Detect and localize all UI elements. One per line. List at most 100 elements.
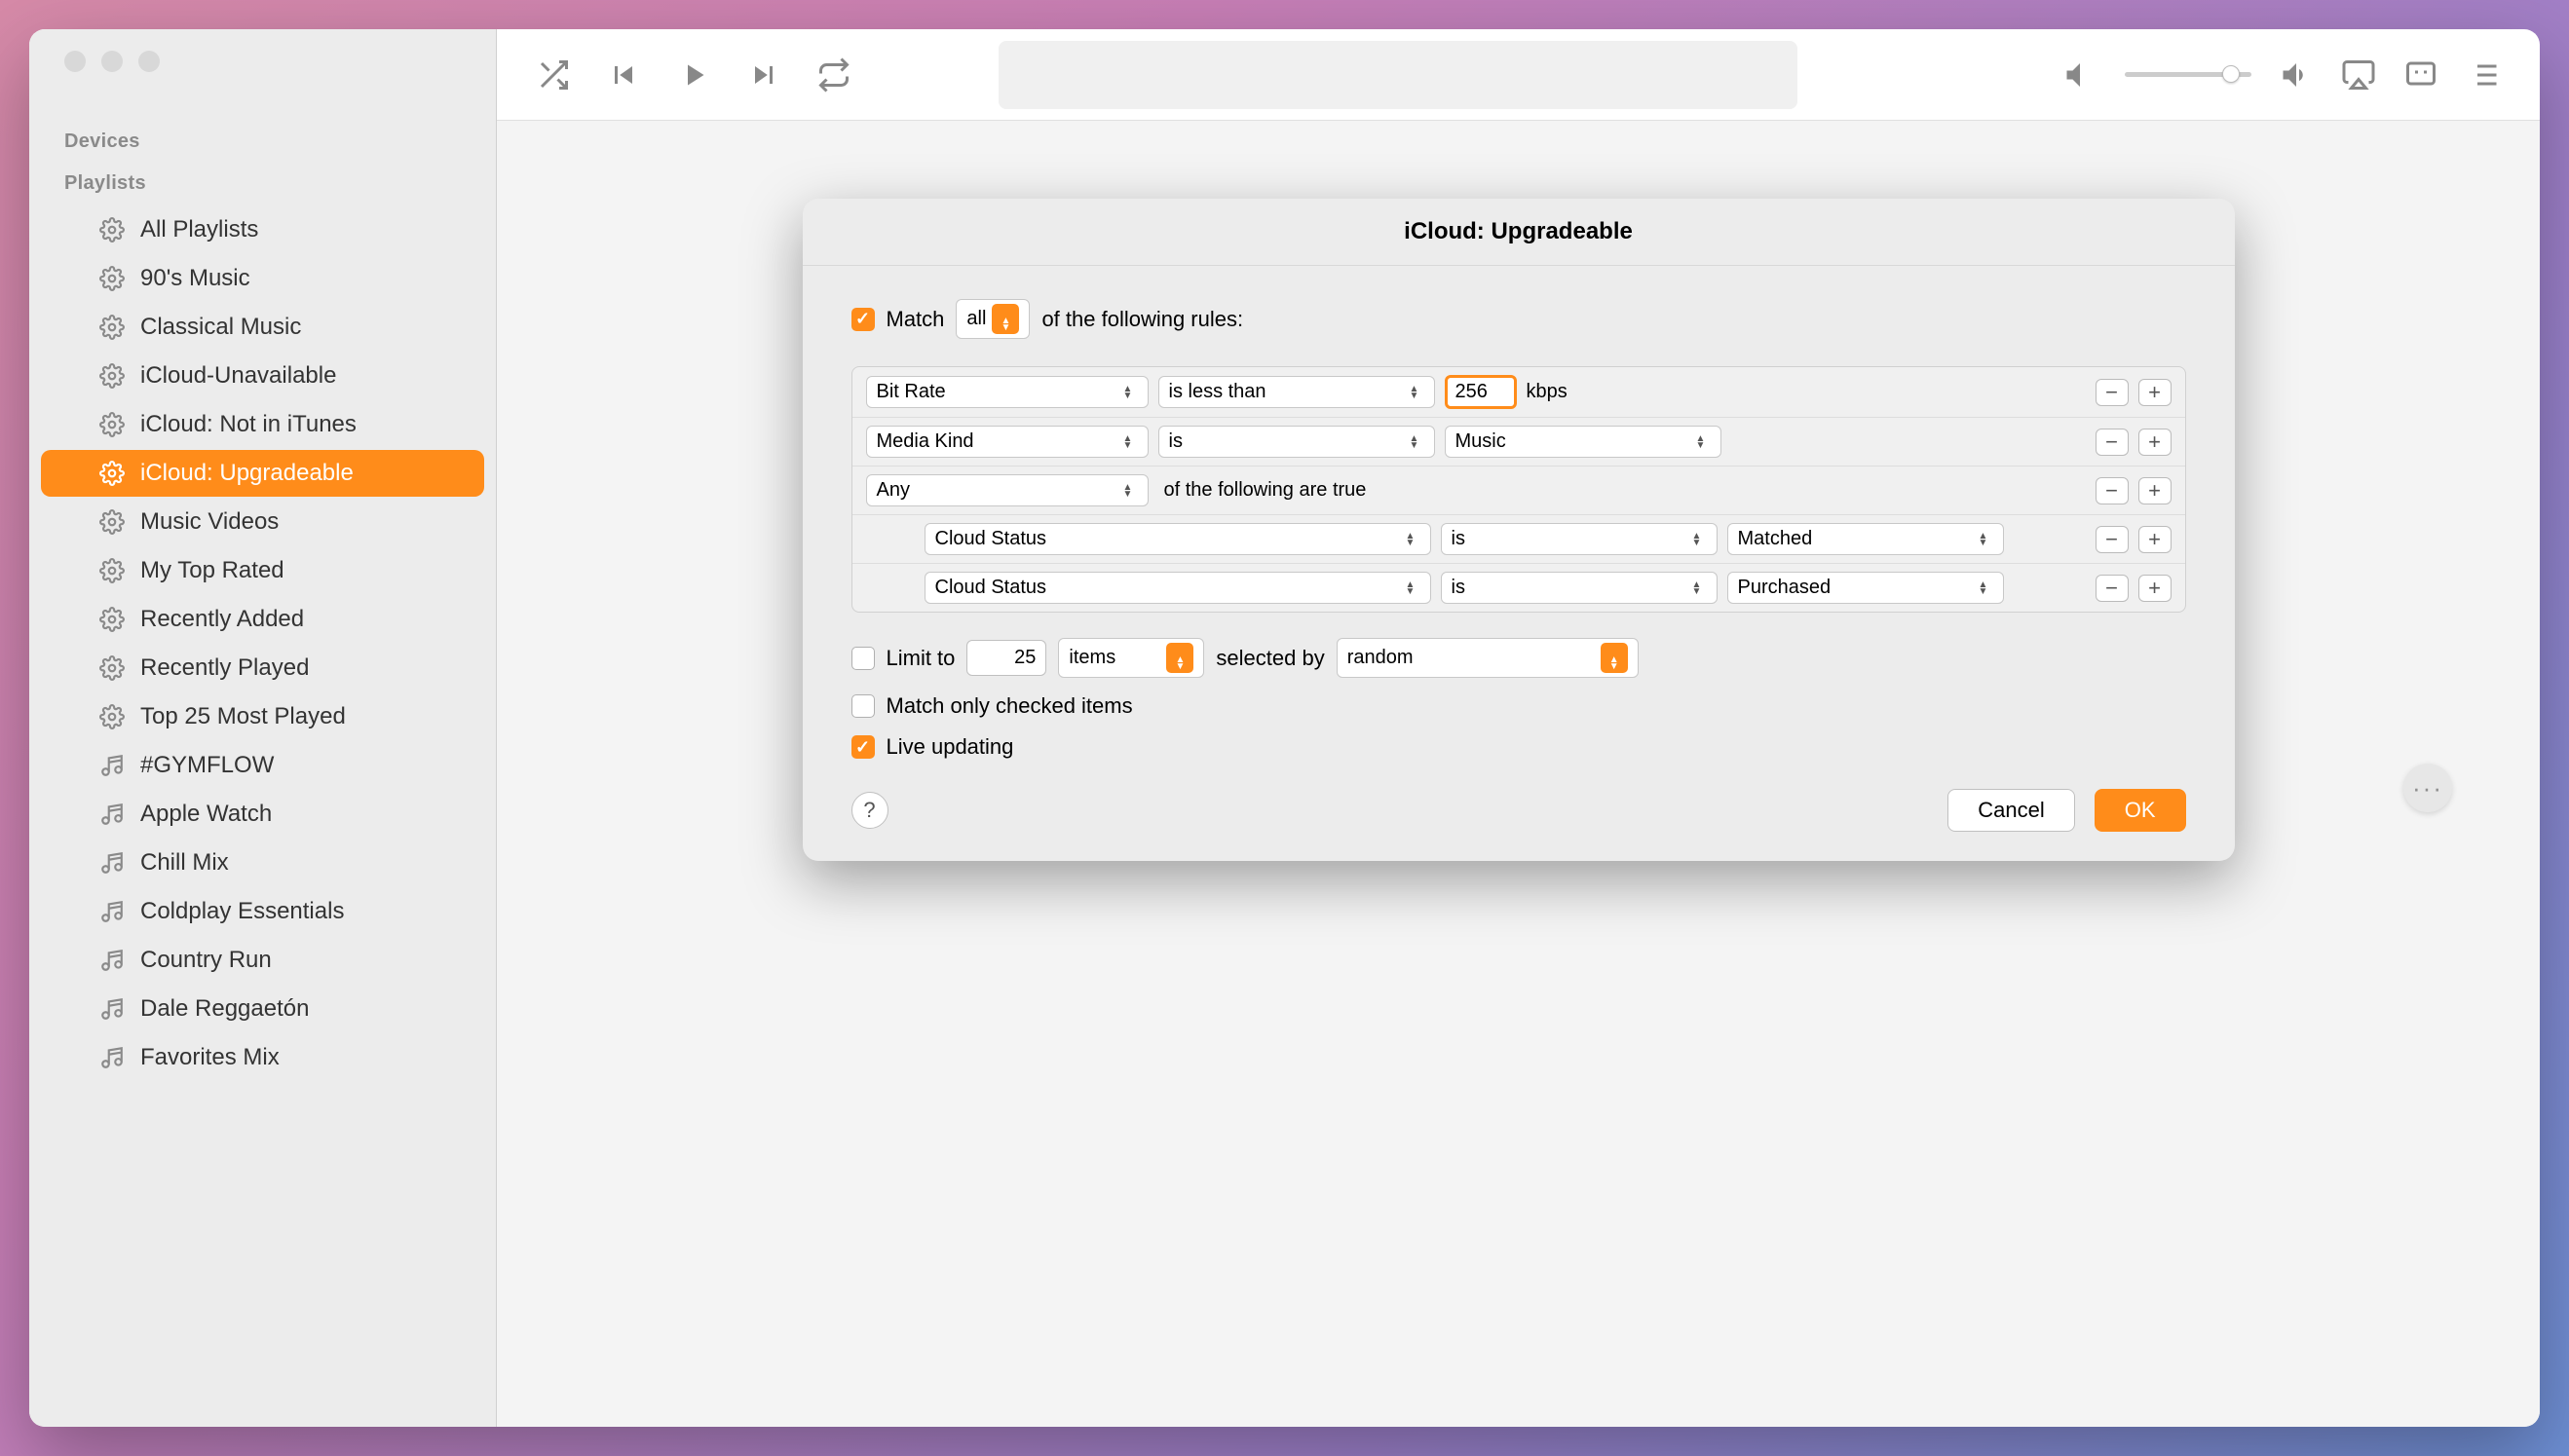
- playlist-label: iCloud-Unavailable: [140, 362, 336, 390]
- queue-icon[interactable]: [2466, 57, 2501, 93]
- sidebar-smart-playlist[interactable]: Recently Added: [41, 596, 484, 643]
- sidebar-header-playlists: Playlists: [29, 163, 496, 205]
- playlist-label: Chill Mix: [140, 849, 229, 877]
- rule-field-select[interactable]: Cloud Status▲▼: [925, 523, 1431, 555]
- rule-value-input[interactable]: [1445, 375, 1517, 409]
- sidebar-smart-playlist[interactable]: Top 25 Most Played: [41, 693, 484, 740]
- rule-field-select[interactable]: Bit Rate▲▼: [866, 376, 1149, 408]
- rule-row: Cloud Status▲▼ is▲▼ Purchased▲▼ −+: [852, 564, 2185, 612]
- sidebar: Devices Playlists All Playlists 90's Musi…: [29, 29, 497, 1427]
- playlist-label: iCloud: Not in iTunes: [140, 411, 357, 438]
- gear-icon: [99, 558, 125, 583]
- add-rule-button[interactable]: +: [2138, 575, 2172, 602]
- shuffle-icon[interactable]: [536, 57, 571, 93]
- rule-field-select[interactable]: Any▲▼: [866, 474, 1149, 506]
- sidebar-smart-playlist[interactable]: iCloud-Unavailable: [41, 353, 484, 399]
- playlist-label: Recently Added: [140, 606, 304, 633]
- rule-value-select[interactable]: Music▲▼: [1445, 426, 1721, 458]
- zoom-window[interactable]: [138, 51, 160, 72]
- volume-low-icon: [2062, 57, 2097, 93]
- remove-rule-button[interactable]: −: [2096, 575, 2129, 602]
- sidebar-smart-playlist[interactable]: Music Videos: [41, 499, 484, 545]
- sidebar-playlist[interactable]: Dale Reggaetón: [41, 986, 484, 1032]
- airplay-icon[interactable]: [2341, 57, 2376, 93]
- playlist-label: #GYMFLOW: [140, 752, 274, 779]
- rule-op-select[interactable]: is▲▼: [1441, 523, 1718, 555]
- limit-count-input[interactable]: [966, 640, 1046, 676]
- add-rule-button[interactable]: +: [2138, 379, 2172, 406]
- toolbar: [497, 29, 2540, 121]
- match-checkbox[interactable]: [851, 308, 875, 331]
- remove-rule-button[interactable]: −: [2096, 526, 2129, 553]
- rule-op-select[interactable]: is less than▲▼: [1158, 376, 1435, 408]
- rule-row: Any▲▼ of the following are true −+: [852, 467, 2185, 515]
- limit-method-select[interactable]: random ▲▼: [1337, 638, 1639, 678]
- sidebar-smart-playlist[interactable]: All Playlists: [41, 206, 484, 253]
- gear-icon: [99, 704, 125, 729]
- smart-playlist-editor: iCloud: Upgradeable Match all ▲▼ of the …: [803, 199, 2235, 861]
- main-area: ··· iCloud: Upgradeable Match all ▲▼ of …: [497, 29, 2540, 1427]
- rule-value-select[interactable]: Matched▲▼: [1727, 523, 2004, 555]
- window-controls: [29, 51, 496, 72]
- playlist-icon: [99, 753, 125, 778]
- sidebar-playlist[interactable]: Chill Mix: [41, 840, 484, 886]
- remove-rule-button[interactable]: −: [2096, 379, 2129, 406]
- match-only-checked-checkbox[interactable]: [851, 694, 875, 718]
- gear-icon: [99, 607, 125, 632]
- gear-icon: [99, 509, 125, 535]
- sidebar-smart-playlist[interactable]: My Top Rated: [41, 547, 484, 594]
- sidebar-smart-playlist[interactable]: Recently Played: [41, 645, 484, 691]
- rule-field-select[interactable]: Media Kind▲▼: [866, 426, 1149, 458]
- sidebar-playlist[interactable]: #GYMFLOW: [41, 742, 484, 789]
- play-icon[interactable]: [676, 57, 711, 93]
- sidebar-playlist[interactable]: Coldplay Essentials: [41, 888, 484, 935]
- cancel-button[interactable]: Cancel: [1947, 789, 2074, 832]
- sidebar-header-devices: Devices: [29, 121, 496, 163]
- rule-value-select[interactable]: Purchased▲▼: [1727, 572, 2004, 604]
- rule-row: Media Kind▲▼ is▲▼ Music▲▼ −+: [852, 418, 2185, 467]
- sidebar-smart-playlist[interactable]: Classical Music: [41, 304, 484, 351]
- content-area: ··· iCloud: Upgradeable Match all ▲▼ of …: [497, 121, 2540, 1427]
- gear-icon: [99, 217, 125, 243]
- remove-rule-button[interactable]: −: [2096, 429, 2129, 456]
- rule-link-text: of the following are true: [1164, 479, 1367, 502]
- sidebar-playlist[interactable]: Country Run: [41, 937, 484, 984]
- rule-op-select[interactable]: is▲▼: [1158, 426, 1435, 458]
- sidebar-playlist[interactable]: Apple Watch: [41, 791, 484, 838]
- playlist-icon: [99, 899, 125, 924]
- next-icon[interactable]: [746, 57, 781, 93]
- live-updating-checkbox[interactable]: [851, 735, 875, 759]
- limit-unit-select[interactable]: items ▲▼: [1058, 638, 1204, 678]
- selected-by-label: selected by: [1216, 646, 1324, 671]
- playlist-label: All Playlists: [140, 216, 258, 243]
- help-button[interactable]: ?: [851, 792, 888, 829]
- previous-icon[interactable]: [606, 57, 641, 93]
- volume-knob[interactable]: [2222, 65, 2240, 83]
- volume-high-icon: [2279, 57, 2314, 93]
- repeat-icon[interactable]: [816, 57, 851, 93]
- playlist-label: Coldplay Essentials: [140, 898, 344, 925]
- playlist-icon: [99, 850, 125, 876]
- add-rule-button[interactable]: +: [2138, 526, 2172, 553]
- rule-op-select[interactable]: is▲▼: [1441, 572, 1718, 604]
- sidebar-smart-playlist[interactable]: iCloud: Not in iTunes: [41, 401, 484, 448]
- match-only-checked-label: Match only checked items: [887, 693, 1133, 719]
- close-window[interactable]: [64, 51, 86, 72]
- rule-field-select[interactable]: Cloud Status▲▼: [925, 572, 1431, 604]
- limit-checkbox[interactable]: [851, 647, 875, 670]
- minimize-window[interactable]: [101, 51, 123, 72]
- playlist-icon: [99, 948, 125, 973]
- gear-icon: [99, 266, 125, 291]
- volume-slider[interactable]: [2125, 72, 2251, 77]
- lyrics-icon[interactable]: [2403, 57, 2438, 93]
- ok-button[interactable]: OK: [2095, 789, 2186, 832]
- add-rule-button[interactable]: +: [2138, 429, 2172, 456]
- rules-container: Bit Rate▲▼is less than▲▼kbps−+Media Kind…: [851, 366, 2186, 613]
- gear-icon: [99, 412, 125, 437]
- sidebar-smart-playlist[interactable]: 90's Music: [41, 255, 484, 302]
- add-rule-button[interactable]: +: [2138, 477, 2172, 504]
- sidebar-playlist[interactable]: Favorites Mix: [41, 1034, 484, 1081]
- sidebar-smart-playlist[interactable]: iCloud: Upgradeable: [41, 450, 484, 497]
- remove-rule-button[interactable]: −: [2096, 477, 2129, 504]
- match-scope-select[interactable]: all ▲▼: [956, 299, 1030, 339]
